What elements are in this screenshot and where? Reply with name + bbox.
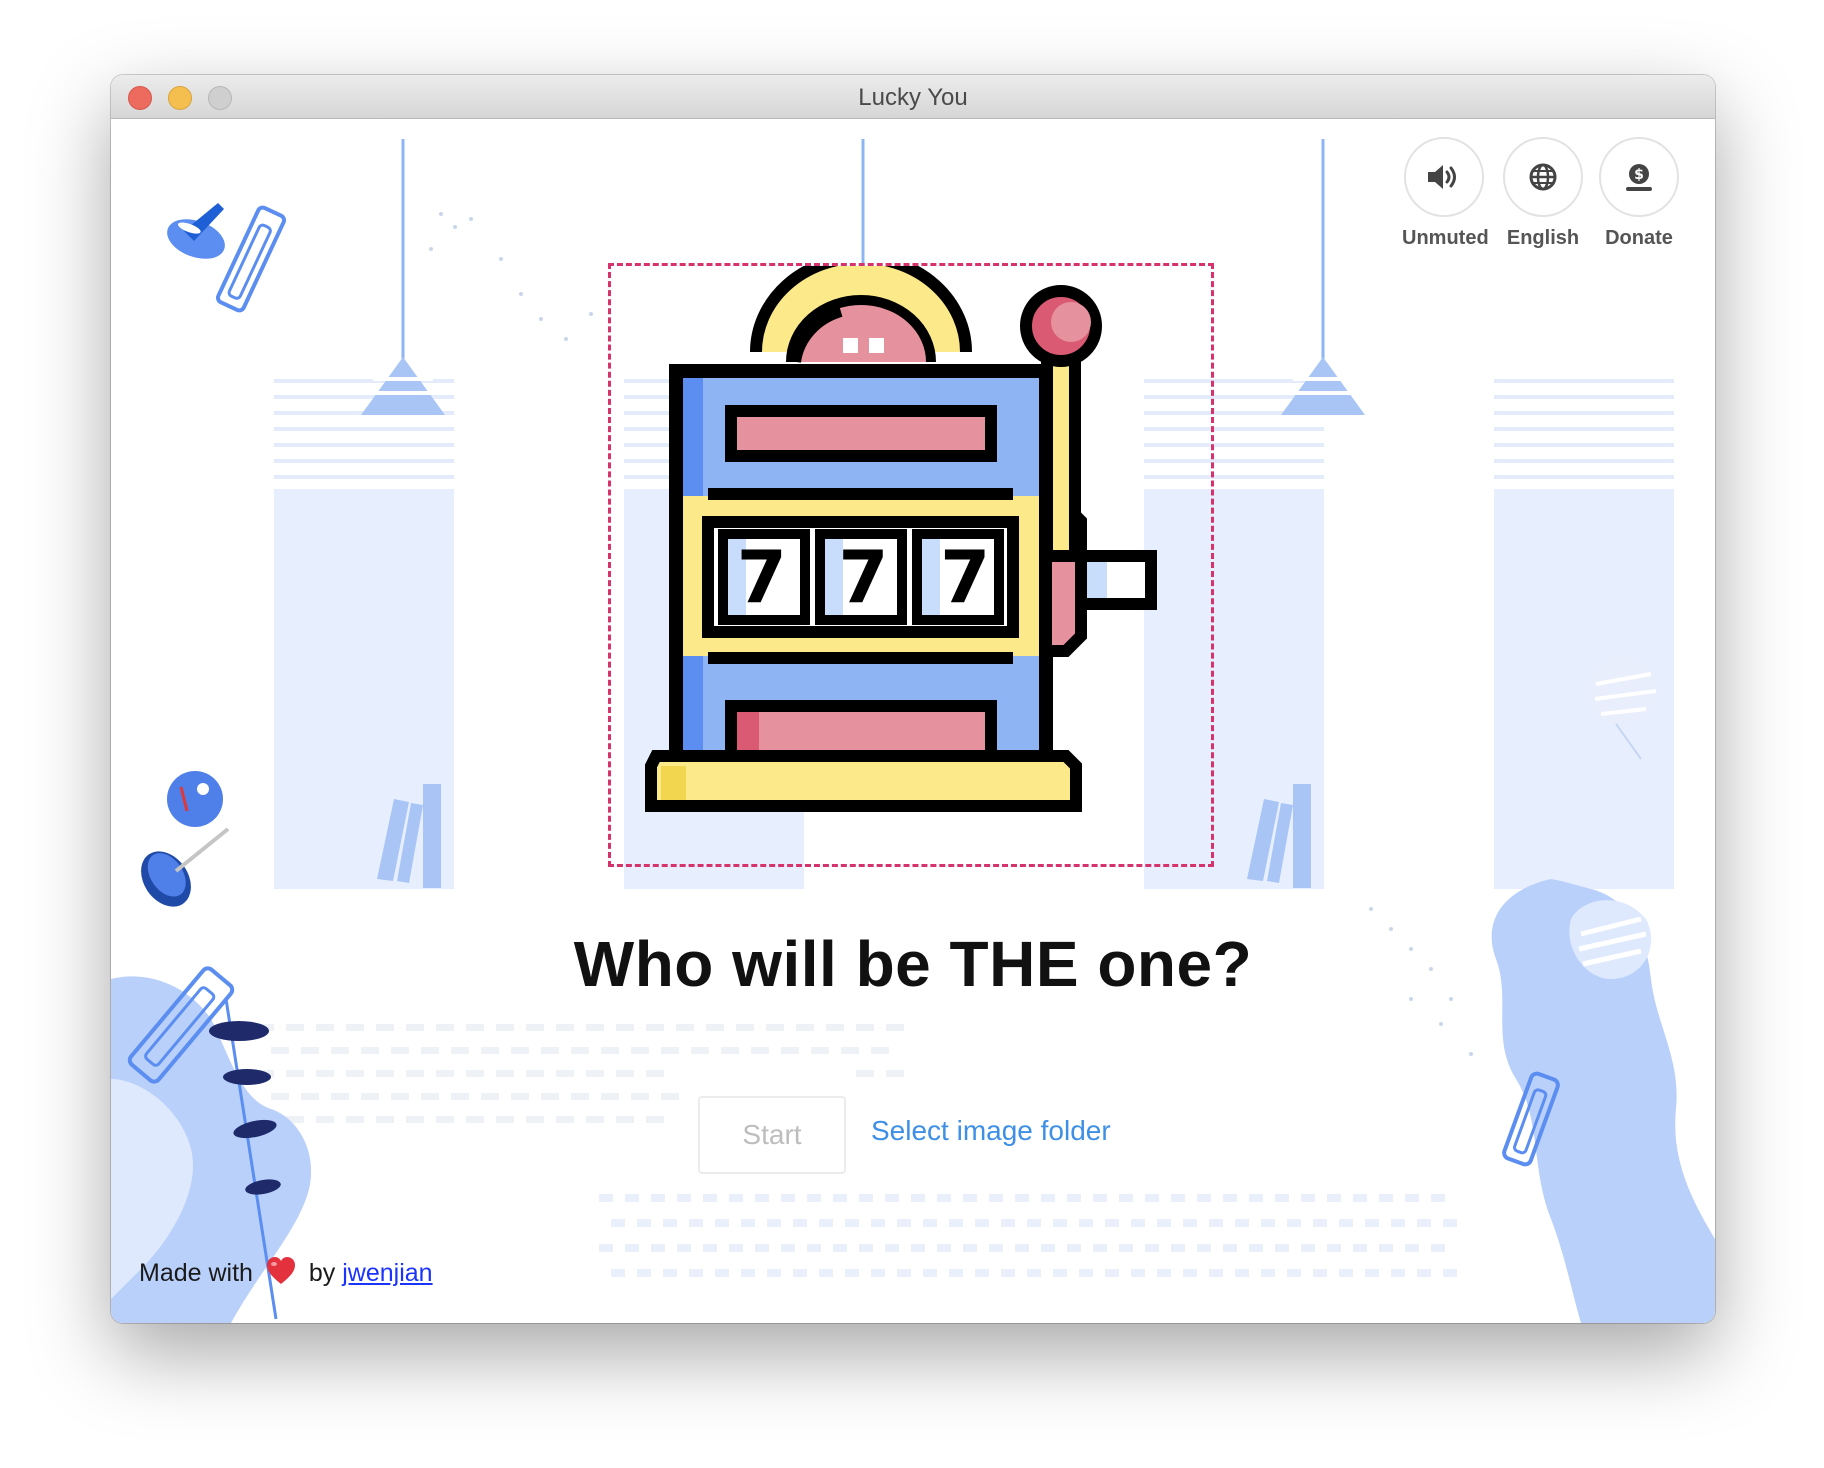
donate-button-circle[interactable]: $ bbox=[1599, 137, 1679, 217]
reel-row: 7 7 7 bbox=[711, 522, 1016, 632]
mute-toggle-button[interactable]: Unmuted bbox=[1402, 137, 1489, 250]
title-bar[interactable]: Lucky You bbox=[111, 75, 1715, 119]
language-button[interactable]: English bbox=[1501, 137, 1585, 250]
start-button[interactable]: Start bbox=[698, 1096, 846, 1174]
made-with-text: Made with bbox=[139, 1259, 253, 1287]
footer-credit: Made with by jwenjian bbox=[139, 1257, 433, 1292]
window-title: Lucky You bbox=[858, 84, 968, 111]
donate-button[interactable]: $ Donate bbox=[1597, 137, 1681, 250]
reel-1: 7 bbox=[736, 535, 787, 619]
svg-text:$: $ bbox=[1634, 167, 1644, 183]
sound-label: Unmuted bbox=[1402, 227, 1489, 249]
language-button-circle[interactable] bbox=[1503, 137, 1583, 217]
desktop: Lucky You Unmuted English $ Donate 7 7 7… bbox=[0, 0, 1824, 1468]
slot-machine-frame[interactable]: 7 7 7 bbox=[608, 263, 1214, 867]
select-image-folder-link[interactable]: Select image folder bbox=[871, 1115, 1111, 1147]
donate-label: Donate bbox=[1605, 227, 1673, 249]
headline: Who will be THE one? bbox=[573, 928, 1253, 1000]
reel-2: 7 bbox=[838, 535, 889, 619]
speaker-icon bbox=[1428, 165, 1456, 189]
globe-icon bbox=[1529, 163, 1557, 191]
app-window: Lucky You Unmuted English $ Donate 7 7 7… bbox=[111, 75, 1715, 1323]
heart-icon bbox=[266, 1257, 296, 1292]
author-link[interactable]: jwenjian bbox=[342, 1259, 432, 1287]
dollar-coin-icon: $ bbox=[1626, 164, 1652, 191]
language-label: English bbox=[1506, 227, 1580, 249]
reel-3: 7 bbox=[940, 535, 991, 619]
app-content: Unmuted English $ Donate 7 7 7 Who will … bbox=[111, 119, 1715, 1323]
sound-button-circle[interactable] bbox=[1404, 137, 1484, 217]
by-text: by bbox=[308, 1259, 336, 1287]
